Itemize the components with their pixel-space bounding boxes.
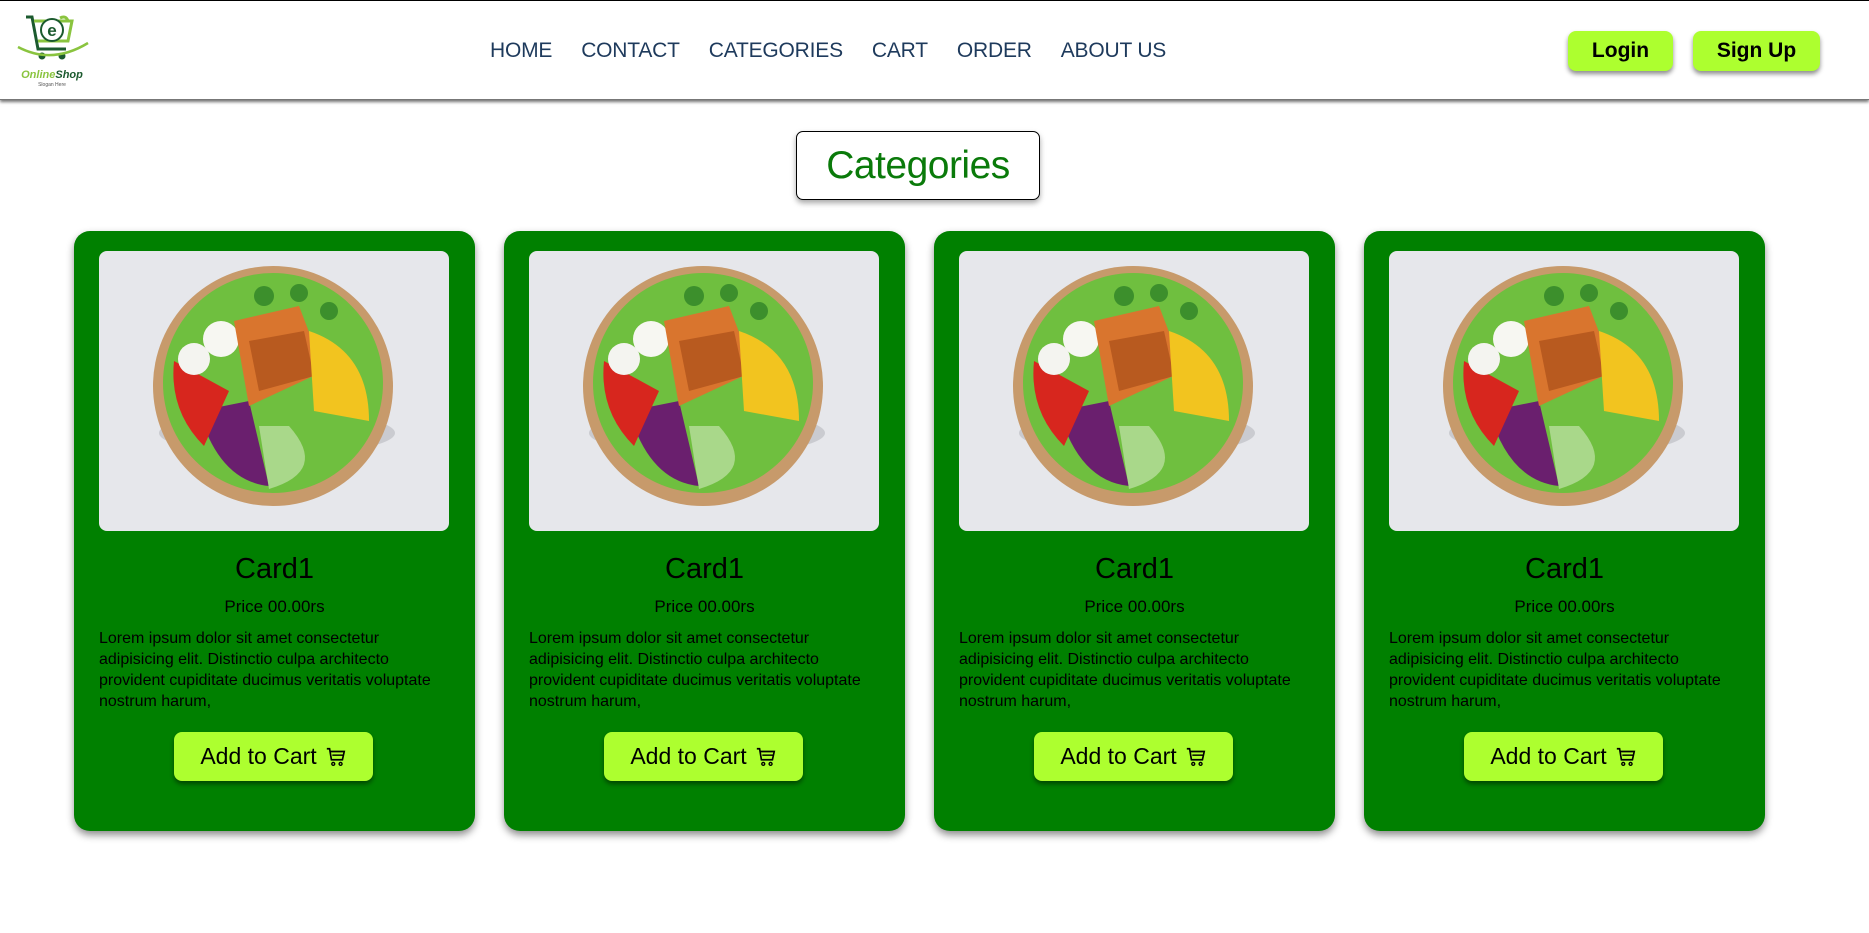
- cart-icon: [1616, 747, 1635, 766]
- product-card: Card1 Price 00.00rs Lorem ipsum dolor si…: [74, 231, 475, 831]
- add-to-cart-label: Add to Cart: [200, 743, 317, 769]
- salad-bowl-image: [153, 266, 395, 506]
- nav-link-cart[interactable]: CART: [872, 39, 928, 63]
- card-description: Lorem ipsum dolor sit amet consectetur a…: [1389, 630, 1721, 710]
- nav-link-about-us[interactable]: ABOUT US: [1061, 39, 1167, 63]
- product-card: Card1 Price 00.00rs Lorem ipsum dolor si…: [1364, 231, 1765, 831]
- card-description: Lorem ipsum dolor sit amet consectetur a…: [529, 630, 861, 710]
- product-image: [529, 251, 879, 531]
- product-card: Card1 Price 00.00rs Lorem ipsum dolor si…: [934, 231, 1335, 831]
- logo-wordmark: OnlineShop: [21, 69, 83, 81]
- section-title: Categories: [826, 143, 1010, 187]
- card-title: Card1: [1095, 553, 1174, 585]
- card-price: Price 00.00rs: [224, 597, 325, 616]
- add-to-cart-label: Add to Cart: [1060, 743, 1177, 769]
- cart-icon: [1186, 747, 1205, 766]
- nav-link-home[interactable]: HOME: [490, 39, 552, 63]
- salad-bowl-image: [1443, 266, 1685, 506]
- signup-button[interactable]: Sign Up: [1693, 31, 1820, 71]
- salad-bowl-image: [1013, 266, 1255, 506]
- add-to-cart-button[interactable]: Add to Cart: [174, 732, 373, 781]
- site-logo[interactable]: e OnlineShop Slogan Here: [12, 13, 92, 89]
- login-button[interactable]: Login: [1568, 31, 1673, 71]
- card-title: Card1: [1525, 553, 1604, 585]
- card-price: Price 00.00rs: [1084, 597, 1185, 616]
- nav-link-contact[interactable]: CONTACT: [581, 39, 680, 63]
- main-nav: HOME CONTACT CATEGORIES CART ORDER ABOUT…: [490, 39, 1195, 63]
- cart-icon: [326, 747, 345, 766]
- card-price: Price 00.00rs: [654, 597, 755, 616]
- add-to-cart-button[interactable]: Add to Cart: [1464, 732, 1663, 781]
- card-price: Price 00.00rs: [1514, 597, 1615, 616]
- shopping-cart-logo-icon: e: [17, 15, 89, 60]
- logo-letter: e: [47, 21, 56, 40]
- product-card: Card1 Price 00.00rs Lorem ipsum dolor si…: [504, 231, 905, 831]
- logo-slogan: Slogan Here: [38, 82, 66, 88]
- add-to-cart-label: Add to Cart: [1490, 743, 1607, 769]
- nav-link-categories[interactable]: CATEGORIES: [709, 39, 843, 63]
- add-to-cart-button[interactable]: Add to Cart: [1034, 732, 1233, 781]
- card-title: Card1: [235, 553, 314, 585]
- nav-link-order[interactable]: ORDER: [957, 39, 1032, 63]
- card-description: Lorem ipsum dolor sit amet consectetur a…: [99, 630, 431, 710]
- section-title-box: Categories: [796, 131, 1040, 200]
- cart-icon: [756, 747, 775, 766]
- add-to-cart-label: Add to Cart: [630, 743, 747, 769]
- add-to-cart-button[interactable]: Add to Cart: [604, 732, 803, 781]
- product-image: [1389, 251, 1739, 531]
- navbar: e OnlineShop Slogan Here HOME CONTACT CA…: [0, 1, 1869, 100]
- product-image: [959, 251, 1309, 531]
- salad-bowl-image: [583, 266, 825, 506]
- card-description: Lorem ipsum dolor sit amet consectetur a…: [959, 630, 1291, 710]
- card-title: Card1: [665, 553, 744, 585]
- product-image: [99, 251, 449, 531]
